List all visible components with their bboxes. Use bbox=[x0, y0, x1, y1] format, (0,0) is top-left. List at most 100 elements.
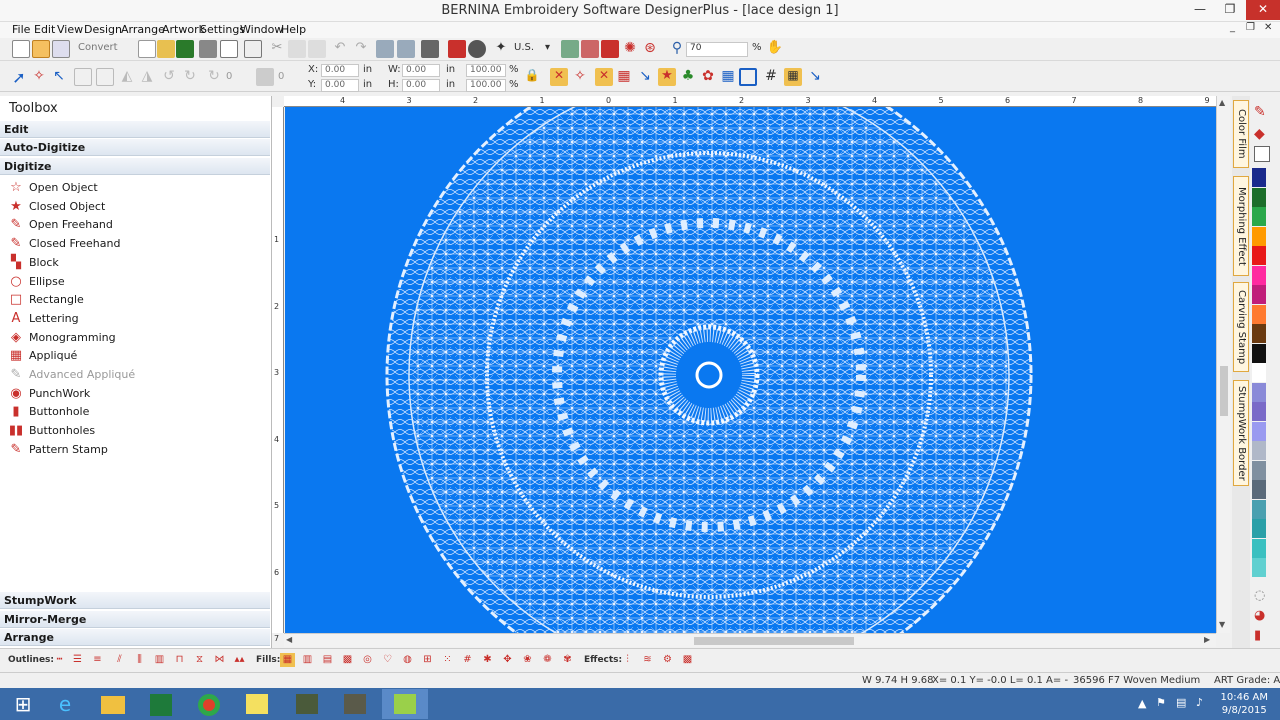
grid-fill-icon[interactable]: ▦ bbox=[615, 68, 633, 86]
menu-arrange[interactable]: Arrange bbox=[121, 23, 165, 36]
network-icon[interactable]: ▤ bbox=[1176, 696, 1186, 709]
scroll-down-icon[interactable]: ▼ bbox=[1219, 620, 1225, 629]
zoom-input[interactable]: 70 bbox=[686, 42, 748, 57]
color-swatch[interactable] bbox=[1252, 382, 1266, 402]
outline-e-stitch-icon[interactable]: ⊓ bbox=[172, 653, 187, 667]
outline-motif-icon[interactable]: ⧖ bbox=[192, 653, 207, 667]
stitch-view-icon[interactable] bbox=[32, 40, 50, 58]
menu-settings[interactable]: Settings bbox=[200, 23, 245, 36]
taskbar-internet-explorer[interactable]: e bbox=[42, 689, 88, 719]
color-swatch[interactable] bbox=[1252, 226, 1266, 246]
tool-closed-object[interactable]: ★ Closed Object bbox=[8, 198, 258, 216]
polygon-select-icon[interactable]: ↖ bbox=[50, 68, 68, 86]
tool-buttonhole[interactable]: ▮ Buttonhole bbox=[8, 403, 258, 421]
effect-gear-icon[interactable]: ⚙ bbox=[660, 653, 675, 667]
fill-radial-icon[interactable]: ◎ bbox=[360, 653, 375, 667]
color-swatch[interactable] bbox=[1252, 499, 1266, 519]
menu-view[interactable]: View bbox=[57, 23, 83, 36]
hoop-icon[interactable] bbox=[376, 40, 394, 58]
hoop-grid-icon[interactable]: ▦ bbox=[784, 68, 802, 86]
fill-star-icon[interactable]: ✱ bbox=[480, 653, 495, 667]
tool-open-freehand[interactable]: ✎ Open Freehand bbox=[8, 216, 258, 234]
copy-icon[interactable] bbox=[288, 40, 306, 58]
open-folder-icon[interactable] bbox=[157, 40, 175, 58]
outline-backstitch-icon[interactable]: ≡ bbox=[90, 653, 105, 667]
fill-fancy-icon[interactable]: ▩ bbox=[340, 653, 355, 667]
section-digitize[interactable]: Digitize bbox=[0, 157, 270, 175]
design-canvas[interactable] bbox=[285, 107, 1216, 633]
thumbnail-icon[interactable] bbox=[561, 40, 579, 58]
new-design-icon[interactable] bbox=[12, 40, 30, 58]
outline-pattern-icon[interactable]: ▴▴ bbox=[232, 653, 247, 667]
print-icon[interactable] bbox=[199, 40, 217, 58]
menu-window[interactable]: Window bbox=[240, 23, 283, 36]
tab-stumpwork-border[interactable]: StumpWork Border bbox=[1233, 380, 1249, 486]
tool-closed-freehand[interactable]: ✎ Closed Freehand bbox=[8, 235, 258, 253]
fill-dots-icon[interactable]: ⁙ bbox=[440, 653, 455, 667]
stitch-edit-icon[interactable]: ✕ bbox=[550, 68, 568, 86]
star-fill-icon[interactable]: ★ bbox=[658, 68, 676, 86]
motif-icon[interactable]: ✕ bbox=[595, 68, 613, 86]
fill-grid-icon[interactable]: # bbox=[460, 653, 475, 667]
taskbar-app-1[interactable] bbox=[284, 689, 330, 719]
x-input[interactable]: 0.00 bbox=[321, 64, 359, 77]
embroidery-icon[interactable]: ✺ bbox=[621, 40, 639, 58]
color-swatch[interactable] bbox=[1252, 343, 1266, 363]
color-swatch[interactable] bbox=[1252, 207, 1266, 226]
no-color-swatch[interactable] bbox=[1254, 146, 1270, 162]
tool-pattern-stamp[interactable]: ✎ Pattern Stamp bbox=[8, 441, 258, 459]
new-file-icon[interactable] bbox=[138, 40, 156, 58]
height-percent-input[interactable]: 100.00 bbox=[466, 79, 506, 92]
taskbar-sticky-notes[interactable] bbox=[234, 689, 280, 719]
undo-icon[interactable]: ↶ bbox=[331, 40, 349, 58]
tab-color-film[interactable]: Color Film bbox=[1233, 100, 1249, 168]
taskbar-file-explorer[interactable] bbox=[90, 689, 136, 719]
mdi-restore-button[interactable]: ❐ bbox=[1246, 22, 1255, 33]
fill-lace-icon[interactable]: ✥ bbox=[500, 653, 515, 667]
fill-tatami-icon[interactable]: ▦ bbox=[280, 653, 295, 667]
stitch-player-icon[interactable] bbox=[601, 40, 619, 58]
export-icon[interactable] bbox=[244, 40, 262, 58]
tool-monogramming[interactable]: ◈ Monogramming bbox=[8, 329, 258, 347]
color-swatch[interactable] bbox=[1252, 285, 1266, 304]
fill-ornament-icon[interactable]: ❁ bbox=[540, 653, 555, 667]
fill-stepfill-icon[interactable]: ▤ bbox=[320, 653, 335, 667]
units-dropdown-icon[interactable]: ▾ bbox=[545, 42, 550, 53]
color-wheel-icon-2[interactable]: ◕ bbox=[1254, 608, 1265, 623]
fill-satin-icon[interactable]: ▥ bbox=[300, 653, 315, 667]
effect-trapunto-icon[interactable]: ⫶ bbox=[620, 653, 635, 667]
grid-icon[interactable]: ▦ bbox=[719, 68, 737, 86]
y-input[interactable]: 0.00 bbox=[321, 79, 359, 92]
color-swatch[interactable] bbox=[1252, 402, 1266, 421]
outline-satin-icon[interactable]: ⫽ bbox=[112, 653, 127, 667]
outline-stemstitch-icon[interactable]: ⋈ bbox=[212, 653, 227, 667]
width-input[interactable]: 0.00 bbox=[402, 64, 440, 77]
cursor-tool-icon[interactable]: ↘ bbox=[636, 68, 654, 86]
color-swatch[interactable] bbox=[1252, 324, 1266, 343]
minimize-button[interactable]: — bbox=[1184, 0, 1216, 20]
menu-file[interactable]: File bbox=[12, 23, 30, 36]
fill-flower-icon[interactable]: ❀ bbox=[520, 653, 535, 667]
rotate-left-icon[interactable]: ↺ bbox=[160, 68, 178, 86]
frame-icon[interactable] bbox=[739, 68, 757, 86]
outline-running-icon[interactable]: ┅ bbox=[52, 653, 67, 667]
fill-heart-icon[interactable]: ♡ bbox=[380, 653, 395, 667]
effect-texture-icon[interactable]: ▩ bbox=[680, 653, 695, 667]
tool-punchwork[interactable]: ◉ PunchWork bbox=[8, 385, 258, 403]
mdi-minimize-button[interactable]: _ bbox=[1230, 22, 1235, 33]
taskbar-excel[interactable] bbox=[138, 689, 184, 719]
artwork-icon[interactable]: ♣ bbox=[679, 68, 697, 86]
outline-triple-icon[interactable]: ☰ bbox=[70, 653, 85, 667]
section-mirror-merge[interactable]: Mirror-Merge bbox=[0, 610, 270, 628]
color-wheel-icon[interactable] bbox=[581, 40, 599, 58]
start-button[interactable]: ⊞ bbox=[0, 689, 46, 719]
select-arrow-icon[interactable]: ➚ bbox=[10, 68, 28, 87]
tray-up-icon[interactable]: ▲ bbox=[1138, 697, 1146, 710]
rotate-angle-icon[interactable]: ↻ bbox=[205, 68, 223, 86]
rotate-value[interactable]: 0 bbox=[226, 71, 232, 82]
paint-bucket-icon[interactable]: ◆ bbox=[1254, 126, 1265, 142]
cut-icon[interactable]: ✂ bbox=[268, 40, 286, 58]
zoom-cursor-icon[interactable]: ↘ bbox=[806, 68, 824, 86]
color-swatch[interactable] bbox=[1252, 558, 1266, 577]
tab-morphing-effect[interactable]: Morphing Effect bbox=[1233, 176, 1249, 276]
